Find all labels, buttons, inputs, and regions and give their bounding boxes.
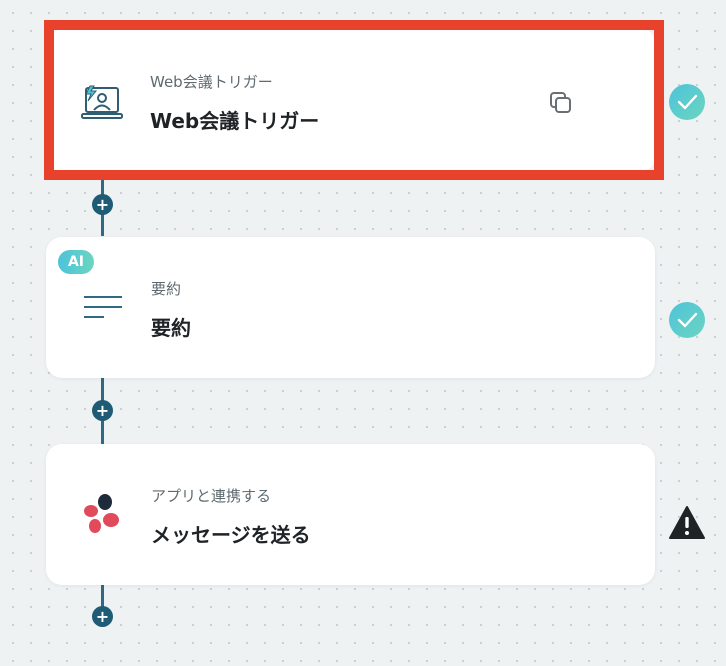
step-title: 要約 [151,316,191,340]
ai-badge: AI [58,250,94,274]
summary-lines-icon [84,296,122,318]
step-subtitle: 要約 [151,280,182,298]
step-card-body: Web会議トリガー Web会議トリガー [54,30,654,170]
step-card-send-message[interactable]: アプリと連携する メッセージを送る [46,444,655,585]
copy-icon[interactable] [548,90,574,116]
step-subtitle: アプリと連携する [151,487,272,505]
add-step-button[interactable]: + [92,400,113,421]
completed-check-icon [669,302,705,338]
add-step-button[interactable]: + [92,606,113,627]
add-step-button[interactable]: + [92,194,113,215]
step-title: Web会議トリガー [150,109,320,133]
step-subtitle: Web会議トリガー [150,73,273,91]
step-card-summary[interactable]: 要約 要約 [46,237,655,378]
app-logo-icon [84,494,119,533]
video-meeting-icon [81,85,123,119]
warning-icon [669,506,705,539]
step-title: メッセージを送る [151,523,311,547]
flow-connector-line [101,584,104,608]
completed-check-icon [669,84,705,120]
step-card-web-meeting-trigger[interactable]: Web会議トリガー Web会議トリガー [44,20,664,180]
